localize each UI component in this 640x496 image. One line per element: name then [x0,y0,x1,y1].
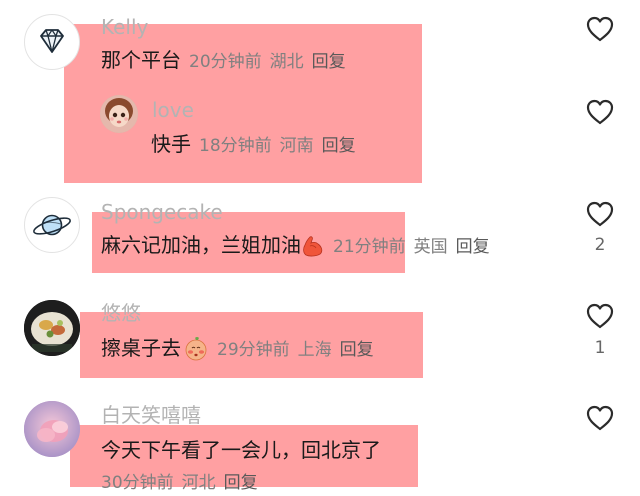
comment-content-line: 今天下午看了一会儿，回北京了 [101,437,381,465]
comment-item: 白天笑嘻嘻 今天下午看了一会儿，回北京了 30分钟前 河北 回复 [0,395,640,493]
comment-location: 英国 [413,237,448,257]
username[interactable]: Kelly [101,16,148,38]
reply-button[interactable]: 回复 [340,340,374,360]
comment-time: 21分钟前 [333,237,406,257]
diamond-icon [40,29,64,53]
flexed-biceps-emoji [303,235,323,256]
comment-time: 20分钟前 [189,52,262,72]
doll-avatar [100,95,138,133]
comment-content-line: 快手 18分钟前 河南 回复 [151,131,356,159]
comment-content-line: 擦桌子去 29分钟前 上海 回复 [101,335,374,364]
username[interactable]: love [152,99,194,121]
reply-button[interactable]: 回复 [224,473,258,493]
comment-time: 18分钟前 [199,136,272,156]
comment-content-line: 麻六记加油，兰姐加油 21分钟前 英国 回复 [101,232,490,260]
reply-button[interactable]: 回复 [312,52,346,72]
heart-outline-icon[interactable] [585,302,615,330]
comment-meta-line: 30分钟前 河北 回复 [93,470,258,496]
like-count: 1 [594,338,606,358]
comment-text: 那个平台 [101,48,181,72]
avatar[interactable] [24,14,80,70]
comment-item: Spongecake 麻六记加油，兰姐加油 21分钟前 英国 回复 2 [0,195,640,295]
avatar[interactable] [100,95,138,133]
comment-text: 快手 [151,132,191,156]
comment-location: 上海 [297,340,332,360]
reply-button[interactable]: 回复 [456,237,490,257]
avatar[interactable] [24,401,80,457]
heart-outline-icon[interactable] [585,404,615,432]
comment-item: Kelly 那个平台 20分钟前 湖北 回复 love 快手 18分钟前 河南 回复 [0,0,640,195]
comment-text: 擦桌子去 [101,336,181,360]
comment-time: 30分钟前 [101,473,174,493]
comment-text: 麻六记加油，兰姐加油 [101,233,301,257]
food-photo-avatar [24,300,80,356]
avatar[interactable] [24,197,80,253]
reply-button[interactable]: 回复 [322,136,356,156]
pink-cloud-avatar [24,401,80,457]
comment-time: 29分钟前 [217,340,290,360]
reply-item: love 快手 18分钟前 河南 回复 [98,92,640,162]
planet-icon [33,214,71,236]
comment-location: 湖北 [269,52,304,72]
heart-outline-icon[interactable] [585,15,615,43]
comment-item: 悠悠 擦桌子去 29分钟前 上海 回复 1 [0,295,640,395]
username[interactable]: 悠悠 [101,302,141,324]
heart-outline-icon[interactable] [585,200,615,228]
comment-content-line: 那个平台 20分钟前 湖北 回复 [101,47,346,75]
blushing-face-emoji [185,336,207,360]
comment-text: 今天下午看了一会儿，回北京了 [101,438,381,462]
username[interactable]: Spongecake [101,201,223,223]
heart-outline-icon[interactable] [585,98,615,126]
comment-location: 河北 [181,473,216,493]
like-count: 2 [594,235,606,255]
avatar[interactable] [24,300,80,356]
comment-location: 河南 [279,136,314,156]
username[interactable]: 白天笑嘻嘻 [101,404,201,426]
